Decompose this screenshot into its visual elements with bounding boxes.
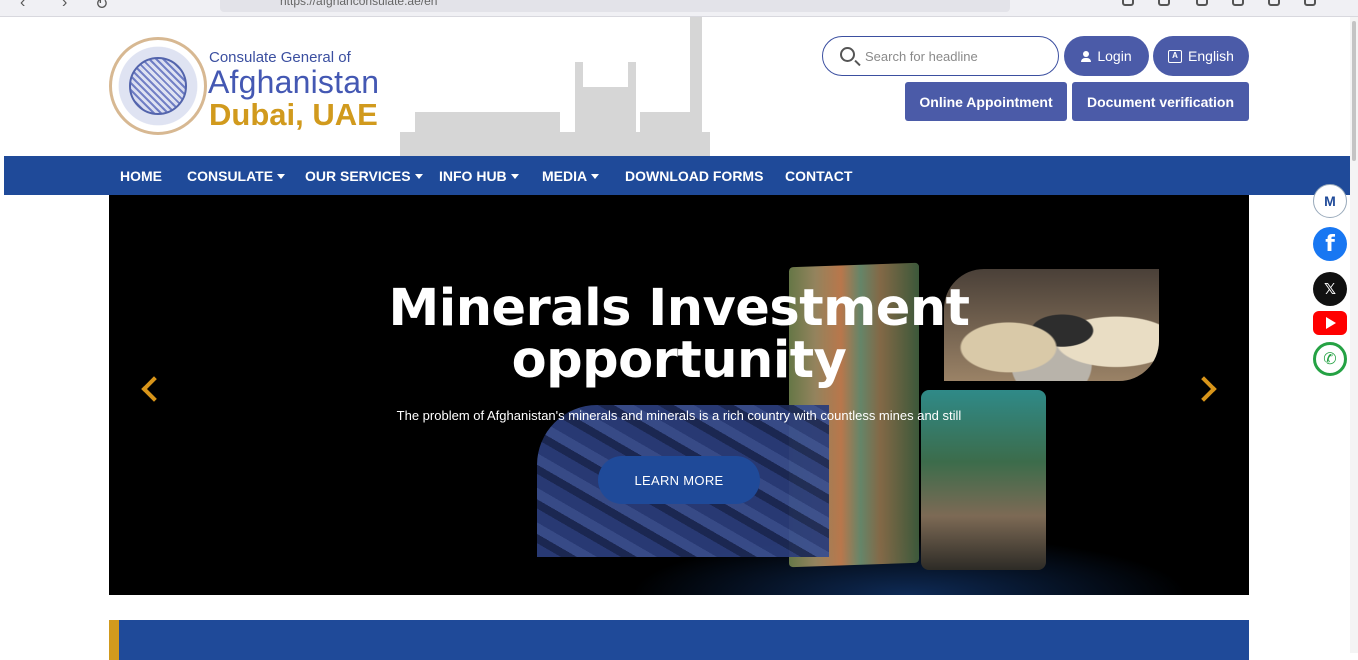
nav-item-consulate[interactable]: CONSULATE bbox=[187, 156, 286, 195]
consulate-seal-logo[interactable] bbox=[109, 37, 207, 135]
nav-item-download-forms[interactable]: DOWNLOAD FORMS bbox=[625, 156, 763, 195]
slide-description: The problem of Afghanistan's minerals an… bbox=[396, 408, 962, 423]
toolbar-icon[interactable] bbox=[1232, 0, 1244, 6]
address-bar[interactable]: https://afghanconsulate.ae/en bbox=[220, 0, 1010, 12]
brand-country: Afghanistan bbox=[208, 64, 380, 100]
x-twitter-icon[interactable]: 𝕏 bbox=[1313, 272, 1347, 306]
slide-title: Minerals Investment opportunity bbox=[109, 283, 1249, 387]
toolbar-icon[interactable] bbox=[1304, 0, 1316, 6]
x-label: 𝕏 bbox=[1323, 281, 1337, 298]
learn-more-button[interactable]: LEARN MORE bbox=[598, 456, 760, 504]
chevron-down-icon bbox=[277, 174, 286, 179]
nav-item-info-hub[interactable]: INFO HUB bbox=[439, 156, 519, 195]
search-box[interactable] bbox=[822, 36, 1059, 76]
facebook-icon[interactable]: f bbox=[1313, 227, 1347, 261]
slide-title-line1: Minerals Investment bbox=[388, 279, 970, 338]
nav-item-contact[interactable]: CONTACT bbox=[785, 156, 852, 195]
translate-icon: A bbox=[1168, 49, 1183, 63]
m-app-label: M bbox=[1324, 193, 1336, 209]
skyline-illustration bbox=[400, 17, 710, 156]
online-appointment-button[interactable]: Online Appointment bbox=[905, 82, 1067, 121]
seal-emblem bbox=[129, 57, 187, 115]
whatsapp-icon[interactable]: ✆ bbox=[1313, 342, 1347, 376]
login-label: Login bbox=[1097, 48, 1132, 64]
slide-title-line2: opportunity bbox=[511, 331, 847, 390]
reload-icon[interactable]: ↻ bbox=[95, 0, 108, 14]
whatsapp-label: ✆ bbox=[1323, 351, 1337, 368]
toolbar-icon[interactable] bbox=[1196, 0, 1208, 6]
play-icon bbox=[1326, 317, 1336, 329]
chevron-down-icon bbox=[510, 174, 519, 179]
chevron-down-icon bbox=[591, 174, 600, 179]
document-verification-button[interactable]: Document verification bbox=[1072, 82, 1249, 121]
scrollbar-thumb[interactable] bbox=[1352, 21, 1356, 161]
hero-slider[interactable]: Minerals Investment opportunity The prob… bbox=[109, 195, 1249, 595]
toolbar-icon[interactable] bbox=[1158, 0, 1170, 6]
toolbar-icon[interactable] bbox=[1268, 0, 1280, 6]
nav-item-label: OUR SERVICES bbox=[305, 168, 411, 184]
site-header: Consulate General of Afghanistan Dubai, … bbox=[0, 17, 1350, 156]
youtube-icon[interactable] bbox=[1313, 311, 1347, 335]
language-button[interactable]: A English bbox=[1153, 36, 1249, 76]
page-scrollbar[interactable] bbox=[1350, 17, 1358, 653]
m-app-icon[interactable]: M bbox=[1313, 184, 1347, 218]
browser-toolbar: ‹ › ↻ https://afghanconsulate.ae/en bbox=[0, 0, 1358, 17]
user-icon bbox=[1081, 50, 1092, 62]
main-navigation: HOME CONSULATE OUR SERVICES INFO HUB MED… bbox=[4, 156, 1350, 195]
brand-city: Dubai, UAE bbox=[209, 97, 378, 132]
nav-item-label: INFO HUB bbox=[439, 168, 507, 184]
toolbar-icon[interactable] bbox=[1122, 0, 1134, 6]
nav-item-media[interactable]: MEDIA bbox=[542, 156, 600, 195]
nav-item-label: CONSULATE bbox=[187, 168, 274, 184]
nav-item-label: HOME bbox=[120, 168, 162, 184]
nav-item-home[interactable]: HOME bbox=[120, 156, 162, 195]
search-icon[interactable] bbox=[840, 47, 855, 62]
facebook-label: f bbox=[1325, 231, 1335, 257]
nav-item-label: CONTACT bbox=[785, 168, 853, 184]
nav-item-label: DOWNLOAD FORMS bbox=[625, 168, 764, 184]
chevron-down-icon bbox=[414, 174, 423, 179]
search-input[interactable] bbox=[865, 45, 1050, 67]
forward-arrow-icon[interactable]: › bbox=[62, 0, 67, 12]
nav-item-label: MEDIA bbox=[542, 168, 588, 184]
login-button[interactable]: Login bbox=[1064, 36, 1149, 76]
back-arrow-icon[interactable]: ‹ bbox=[20, 0, 25, 12]
language-label: English bbox=[1188, 48, 1234, 64]
nav-item-our-services[interactable]: OUR SERVICES bbox=[305, 156, 423, 195]
section-header-bar bbox=[109, 620, 1249, 660]
